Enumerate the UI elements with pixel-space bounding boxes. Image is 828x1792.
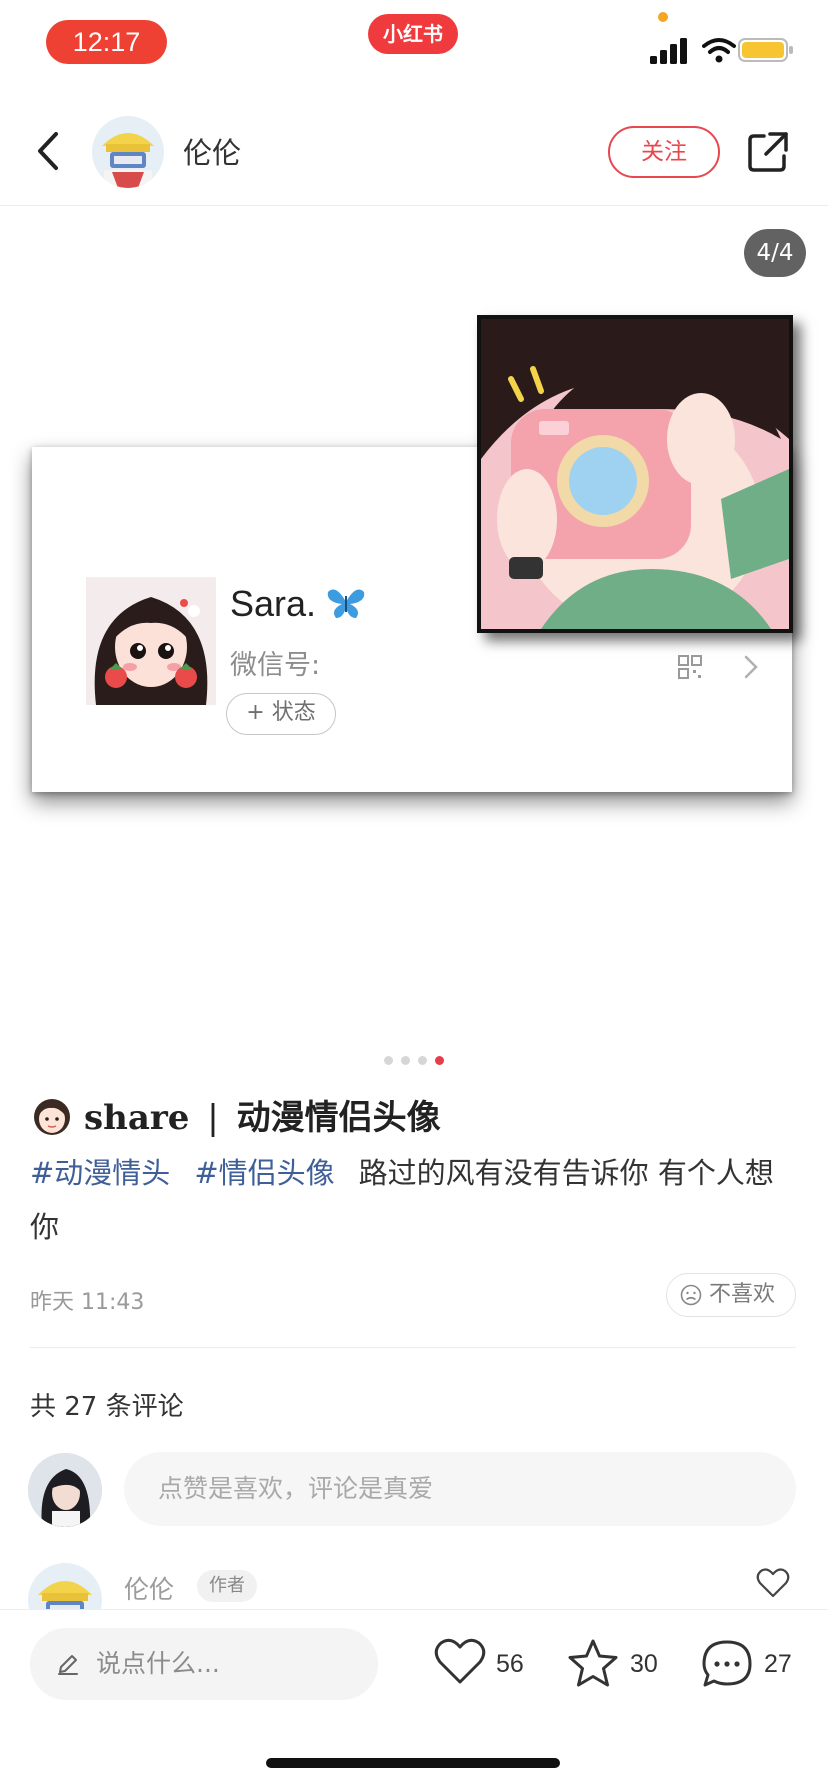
wifi-icon	[702, 38, 736, 63]
pager-dot	[401, 1056, 410, 1065]
card-status-button: + 状态	[226, 693, 336, 735]
carousel-pager	[0, 1050, 828, 1065]
follow-button[interactable]: 关注	[608, 126, 720, 178]
status-time: 12:17	[46, 20, 167, 64]
my-avatar	[28, 1453, 102, 1527]
comment-like-icon[interactable]	[756, 1568, 790, 1598]
card-wechat-id-label: 微信号:	[230, 650, 321, 681]
comment-count: 共 27 条评论	[30, 1392, 184, 1422]
back-icon[interactable]	[28, 126, 68, 176]
like-button[interactable]: 56	[434, 1638, 534, 1694]
card-nickname: Sara.	[230, 583, 366, 625]
author-avatar[interactable]	[92, 116, 164, 188]
hashtag-link[interactable]: #情侣头像	[194, 1156, 334, 1190]
share-out-icon[interactable]	[746, 130, 790, 174]
note-description: #动漫情头 #情侣头像 路过的风有没有告诉你 有个人想你	[30, 1146, 800, 1254]
app-badge: 小红书	[368, 14, 458, 54]
divider	[30, 1347, 796, 1348]
note-title: share | 动漫情侣头像	[30, 1090, 441, 1139]
commenter-name[interactable]: 伦伦	[124, 1570, 174, 1606]
author-name[interactable]: 伦伦	[183, 130, 241, 172]
heart-icon	[434, 1638, 486, 1684]
girl-emoji-icon	[34, 1099, 70, 1135]
author-badge: 作者	[197, 1570, 257, 1602]
dislike-label: 不喜欢	[709, 1282, 776, 1307]
chevron-right-icon	[744, 655, 758, 679]
girl-avatar-illustration	[86, 577, 216, 705]
home-indicator[interactable]	[266, 1758, 560, 1768]
hashtag-link[interactable]: #动漫情头	[30, 1156, 170, 1190]
say-something-input[interactable]: 说点什么...	[30, 1628, 378, 1700]
comment-button[interactable]: 27	[700, 1638, 800, 1694]
signal-icon	[650, 38, 687, 64]
collect-button[interactable]: 30	[566, 1638, 666, 1694]
title-prefix: share	[84, 1098, 190, 1138]
qr-code-icon	[678, 655, 702, 679]
sad-face-icon	[680, 1284, 702, 1306]
pager-dot	[418, 1056, 427, 1065]
page-indicator: 4/4	[744, 229, 806, 277]
status-icons	[650, 32, 800, 68]
comment-count-number: 27	[764, 1650, 792, 1678]
post-time: 昨天 11:43	[30, 1290, 145, 1315]
pager-dot-active	[435, 1056, 444, 1065]
say-placeholder: 说点什么...	[96, 1649, 220, 1678]
title-text: 动漫情侣头像	[236, 1098, 441, 1138]
comment-input[interactable]: 点赞是喜欢，评论是真爱	[124, 1452, 796, 1526]
like-count: 56	[496, 1650, 524, 1678]
butterfly-icon	[327, 589, 365, 618]
comment-bubble-icon	[702, 1640, 752, 1687]
collect-count: 30	[630, 1650, 658, 1678]
pen-icon	[58, 1655, 78, 1675]
battery-icon	[738, 38, 793, 62]
title-separator: |	[207, 1098, 219, 1138]
privacy-indicator-dot	[658, 12, 668, 22]
star-icon	[568, 1639, 618, 1687]
note-image-carousel[interactable]: 4/4 Sara. 微信号: + 状态	[0, 207, 828, 1055]
dislike-button[interactable]: 不喜欢	[666, 1273, 796, 1317]
boy-camera-illustration	[477, 315, 793, 633]
note-header: 伦伦 关注	[0, 94, 828, 206]
pager-dot	[384, 1056, 393, 1065]
